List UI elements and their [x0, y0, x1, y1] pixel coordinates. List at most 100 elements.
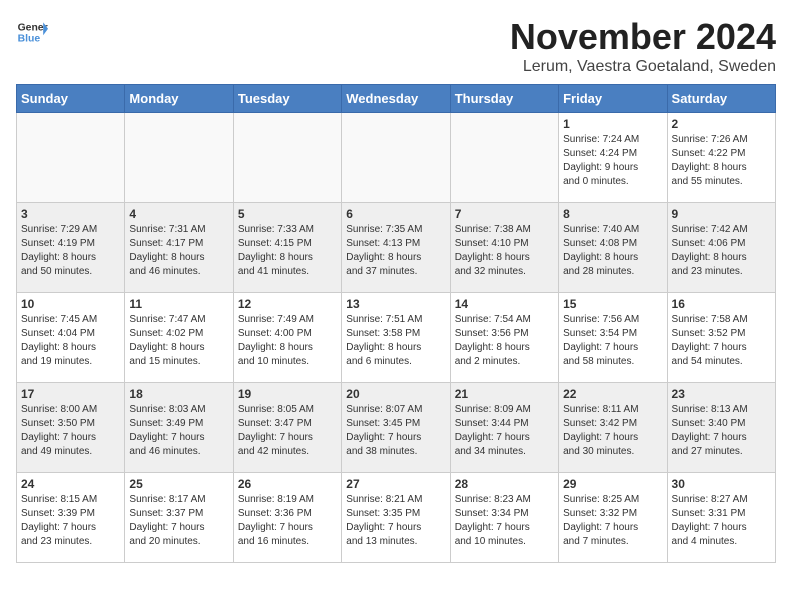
day-number: 9 — [672, 207, 771, 221]
day-info: Sunrise: 7:29 AM Sunset: 4:19 PM Dayligh… — [21, 223, 120, 279]
header: General Blue November 2024 Lerum, Vaestr… — [16, 16, 776, 76]
day-number: 7 — [455, 207, 554, 221]
day-info: Sunrise: 7:47 AM Sunset: 4:02 PM Dayligh… — [129, 313, 228, 369]
calendar-cell: 22 Sunrise: 8:11 AM Sunset: 3:42 PM Dayli… — [559, 383, 667, 473]
day-info: Sunrise: 8:25 AM Sunset: 3:32 PM Dayligh… — [563, 493, 662, 549]
day-info: Sunrise: 7:58 AM Sunset: 3:52 PM Dayligh… — [672, 313, 771, 369]
calendar-cell: 19 Sunrise: 8:05 AM Sunset: 3:47 PM Dayli… — [233, 383, 341, 473]
logo: General Blue — [16, 16, 48, 48]
calendar-cell: 5 Sunrise: 7:33 AM Sunset: 4:15 PM Daylig… — [233, 203, 341, 293]
svg-text:Blue: Blue — [18, 34, 41, 45]
day-info: Sunrise: 7:51 AM Sunset: 3:58 PM Dayligh… — [346, 313, 445, 369]
calendar-cell: 4Sunrise: 7:31 AM Sunset: 4:17 PM Daylig… — [125, 203, 233, 293]
calendar-week-3: 10 Sunrise: 7:45 AM Sunset: 4:04 PM Dayli… — [17, 293, 776, 383]
header-friday: Friday — [559, 85, 667, 113]
calendar-cell — [17, 113, 125, 203]
day-info: Sunrise: 7:54 AM Sunset: 3:56 PM Dayligh… — [455, 313, 554, 369]
calendar-week-1: 1Sunrise: 7:24 AM Sunset: 4:24 PM Daylig… — [17, 113, 776, 203]
title-area: November 2024 Lerum, Vaestra Goetaland, … — [510, 16, 776, 76]
header-wednesday: Wednesday — [342, 85, 450, 113]
day-info: Sunrise: 8:03 AM Sunset: 3:49 PM Dayligh… — [129, 403, 228, 459]
calendar-cell: 25Sunrise: 8:17 AM Sunset: 3:37 PM Dayli… — [125, 473, 233, 563]
day-info: Sunrise: 8:15 AM Sunset: 3:39 PM Dayligh… — [21, 493, 120, 549]
day-number: 6 — [346, 207, 445, 221]
day-info: Sunrise: 7:31 AM Sunset: 4:17 PM Dayligh… — [129, 223, 228, 279]
day-number: 14 — [455, 297, 554, 311]
calendar-cell: 27 Sunrise: 8:21 AM Sunset: 3:35 PM Dayli… — [342, 473, 450, 563]
day-info: Sunrise: 8:21 AM Sunset: 3:35 PM Dayligh… — [346, 493, 445, 549]
day-info: Sunrise: 8:11 AM Sunset: 3:42 PM Dayligh… — [563, 403, 662, 459]
day-number: 29 — [563, 477, 662, 491]
header-monday: Monday — [125, 85, 233, 113]
day-number: 30 — [672, 477, 771, 491]
day-number: 2 — [672, 117, 771, 131]
calendar-cell: 10 Sunrise: 7:45 AM Sunset: 4:04 PM Dayli… — [17, 293, 125, 383]
day-info: Sunrise: 8:09 AM Sunset: 3:44 PM Dayligh… — [455, 403, 554, 459]
calendar-cell: 2 Sunrise: 7:26 AM Sunset: 4:22 PM Daylig… — [667, 113, 775, 203]
day-info: Sunrise: 8:07 AM Sunset: 3:45 PM Dayligh… — [346, 403, 445, 459]
day-number: 24 — [21, 477, 120, 491]
calendar-cell: 18 Sunrise: 8:03 AM Sunset: 3:49 PM Dayli… — [125, 383, 233, 473]
day-number: 20 — [346, 387, 445, 401]
day-info: Sunrise: 7:33 AM Sunset: 4:15 PM Dayligh… — [238, 223, 337, 279]
day-number: 18 — [129, 387, 228, 401]
header-tuesday: Tuesday — [233, 85, 341, 113]
day-info: Sunrise: 7:38 AM Sunset: 4:10 PM Dayligh… — [455, 223, 554, 279]
day-number: 28 — [455, 477, 554, 491]
day-number: 27 — [346, 477, 445, 491]
calendar-header-row: SundayMondayTuesdayWednesdayThursdayFrid… — [17, 85, 776, 113]
day-info: Sunrise: 7:49 AM Sunset: 4:00 PM Dayligh… — [238, 313, 337, 369]
calendar-cell: 7 Sunrise: 7:38 AM Sunset: 4:10 PM Daylig… — [450, 203, 558, 293]
day-info: Sunrise: 8:13 AM Sunset: 3:40 PM Dayligh… — [672, 403, 771, 459]
day-number: 13 — [346, 297, 445, 311]
calendar-cell: 3 Sunrise: 7:29 AM Sunset: 4:19 PM Daylig… — [17, 203, 125, 293]
day-number: 5 — [238, 207, 337, 221]
calendar-cell: 6 Sunrise: 7:35 AM Sunset: 4:13 PM Daylig… — [342, 203, 450, 293]
day-number: 12 — [238, 297, 337, 311]
calendar-cell — [342, 113, 450, 203]
day-number: 15 — [563, 297, 662, 311]
calendar-week-5: 24 Sunrise: 8:15 AM Sunset: 3:39 PM Dayli… — [17, 473, 776, 563]
day-info: Sunrise: 7:26 AM Sunset: 4:22 PM Dayligh… — [672, 133, 771, 189]
calendar-cell — [233, 113, 341, 203]
day-info: Sunrise: 7:56 AM Sunset: 3:54 PM Dayligh… — [563, 313, 662, 369]
day-number: 21 — [455, 387, 554, 401]
day-info: Sunrise: 7:45 AM Sunset: 4:04 PM Dayligh… — [21, 313, 120, 369]
calendar-week-2: 3 Sunrise: 7:29 AM Sunset: 4:19 PM Daylig… — [17, 203, 776, 293]
day-info: Sunrise: 7:35 AM Sunset: 4:13 PM Dayligh… — [346, 223, 445, 279]
calendar-cell: 28Sunrise: 8:23 AM Sunset: 3:34 PM Dayli… — [450, 473, 558, 563]
calendar-cell: 14 Sunrise: 7:54 AM Sunset: 3:56 PM Dayli… — [450, 293, 558, 383]
location-subtitle: Lerum, Vaestra Goetaland, Sweden — [510, 58, 776, 76]
calendar-cell: 13 Sunrise: 7:51 AM Sunset: 3:58 PM Dayli… — [342, 293, 450, 383]
day-number: 19 — [238, 387, 337, 401]
day-info: Sunrise: 7:40 AM Sunset: 4:08 PM Dayligh… — [563, 223, 662, 279]
day-info: Sunrise: 8:19 AM Sunset: 3:36 PM Dayligh… — [238, 493, 337, 549]
day-info: Sunrise: 8:05 AM Sunset: 3:47 PM Dayligh… — [238, 403, 337, 459]
calendar-cell: 23 Sunrise: 8:13 AM Sunset: 3:40 PM Dayli… — [667, 383, 775, 473]
day-number: 3 — [21, 207, 120, 221]
header-saturday: Saturday — [667, 85, 775, 113]
day-info: Sunrise: 8:17 AM Sunset: 3:37 PM Dayligh… — [129, 493, 228, 549]
calendar-cell: 26Sunrise: 8:19 AM Sunset: 3:36 PM Dayli… — [233, 473, 341, 563]
day-info: Sunrise: 7:42 AM Sunset: 4:06 PM Dayligh… — [672, 223, 771, 279]
day-number: 1 — [563, 117, 662, 131]
calendar-cell: 1Sunrise: 7:24 AM Sunset: 4:24 PM Daylig… — [559, 113, 667, 203]
day-info: Sunrise: 8:27 AM Sunset: 3:31 PM Dayligh… — [672, 493, 771, 549]
calendar-cell: 12 Sunrise: 7:49 AM Sunset: 4:00 PM Dayli… — [233, 293, 341, 383]
day-number: 23 — [672, 387, 771, 401]
header-sunday: Sunday — [17, 85, 125, 113]
calendar-cell — [125, 113, 233, 203]
day-number: 8 — [563, 207, 662, 221]
calendar-cell: 20 Sunrise: 8:07 AM Sunset: 3:45 PM Dayli… — [342, 383, 450, 473]
header-thursday: Thursday — [450, 85, 558, 113]
calendar-cell: 24 Sunrise: 8:15 AM Sunset: 3:39 PM Dayli… — [17, 473, 125, 563]
day-number: 10 — [21, 297, 120, 311]
calendar-cell: 16 Sunrise: 7:58 AM Sunset: 3:52 PM Dayli… — [667, 293, 775, 383]
day-number: 22 — [563, 387, 662, 401]
calendar-cell: 17Sunrise: 8:00 AM Sunset: 3:50 PM Dayli… — [17, 383, 125, 473]
calendar-cell: 9 Sunrise: 7:42 AM Sunset: 4:06 PM Daylig… — [667, 203, 775, 293]
calendar-cell: 8 Sunrise: 7:40 AM Sunset: 4:08 PM Daylig… — [559, 203, 667, 293]
calendar-table: SundayMondayTuesdayWednesdayThursdayFrid… — [16, 84, 776, 563]
calendar-week-4: 17Sunrise: 8:00 AM Sunset: 3:50 PM Dayli… — [17, 383, 776, 473]
day-number: 16 — [672, 297, 771, 311]
